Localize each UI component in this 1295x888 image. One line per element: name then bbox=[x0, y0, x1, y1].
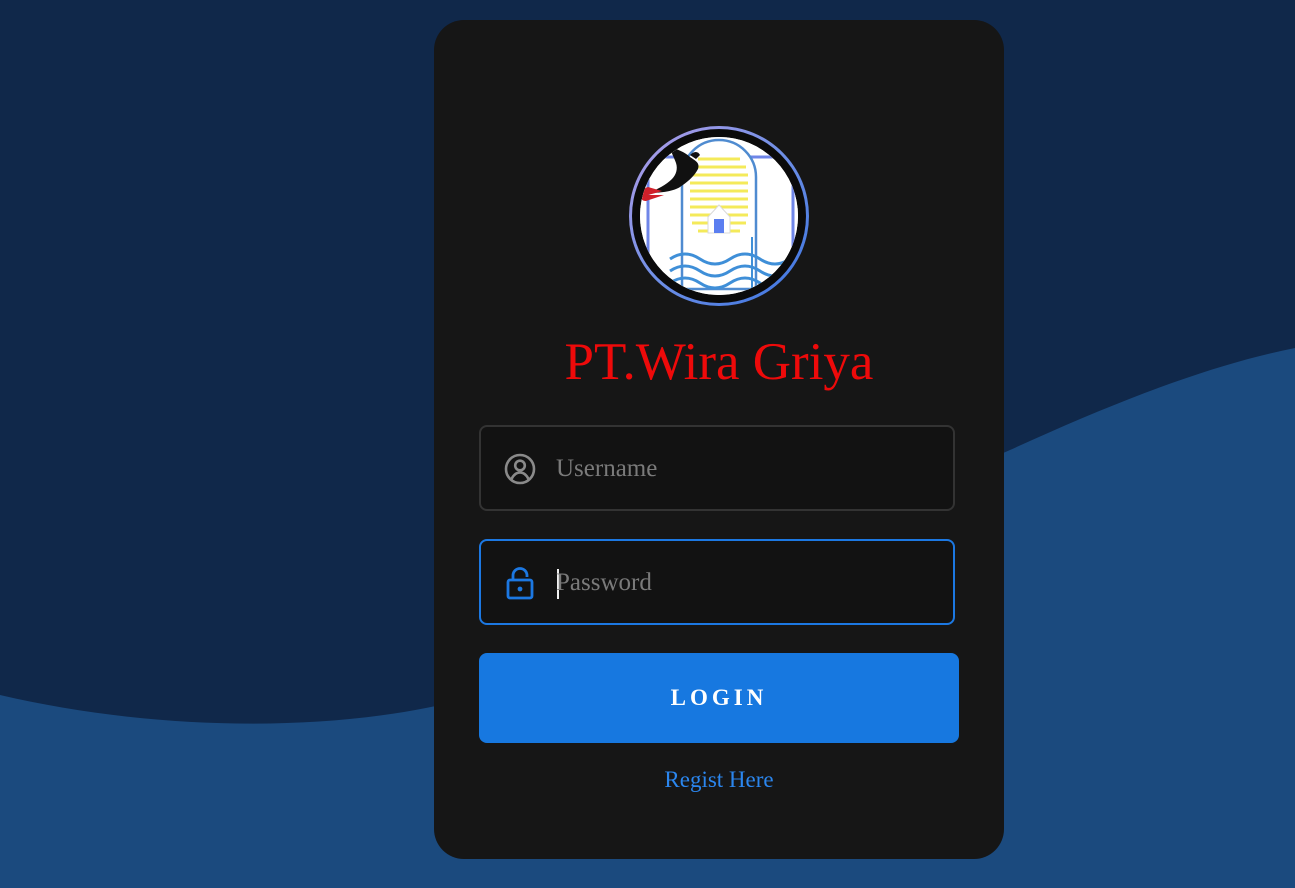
login-card: PT.Wira Griya LOGIN Regist Here bbox=[434, 20, 1004, 859]
username-input[interactable] bbox=[556, 445, 936, 493]
username-field[interactable] bbox=[479, 425, 955, 511]
user-circle-icon bbox=[504, 453, 536, 485]
logo bbox=[629, 126, 809, 306]
register-link[interactable]: Regist Here bbox=[434, 764, 1004, 796]
company-logo-icon bbox=[640, 137, 798, 295]
company-title: PT.Wira Griya bbox=[564, 333, 874, 391]
password-field[interactable] bbox=[479, 539, 955, 625]
lock-icon bbox=[506, 567, 534, 600]
password-input[interactable] bbox=[556, 559, 936, 607]
login-button[interactable]: LOGIN bbox=[479, 653, 959, 743]
